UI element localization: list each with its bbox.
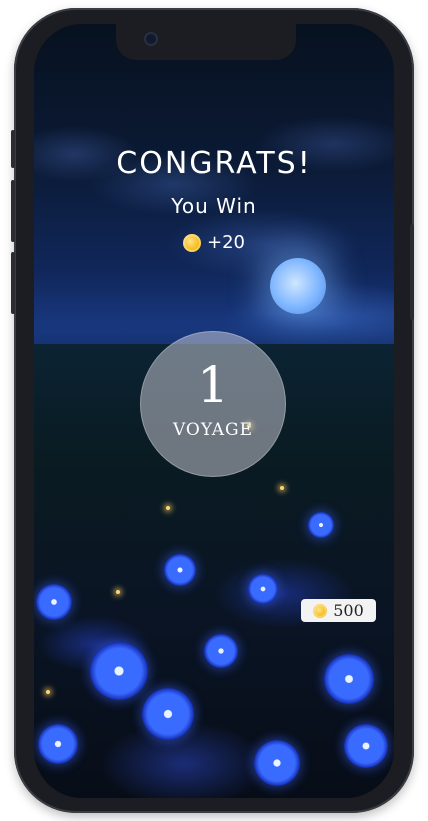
background-flower [254,740,300,786]
reward-amount: +20 [207,232,245,253]
background-flower [90,642,148,700]
firefly [46,690,50,694]
front-camera [146,34,156,44]
firefly [166,506,170,510]
background-moon [270,258,326,314]
background-flower [164,554,196,586]
coin-icon [313,603,328,618]
background-flower [142,688,194,740]
firefly [280,486,284,490]
background-flower [36,584,72,620]
coin-icon [183,233,201,252]
background-flower [204,634,238,668]
phone-volume-down [11,252,15,314]
background-flower [308,512,334,538]
firefly [116,590,120,594]
reward-row: +20 [0,232,428,253]
background-flower [324,654,374,704]
level-label[interactable]: VOYAGE [140,420,286,440]
win-subtitle: You Win [171,194,257,218]
congrats-heading: CONGRATS! [116,146,312,181]
background-flower [344,724,388,768]
phone-notch [116,24,296,60]
coin-balance-value: 500 [333,601,364,620]
background-flower [248,574,278,604]
level-number[interactable]: 1 [140,360,286,410]
coin-balance-badge[interactable]: 500 [301,599,376,622]
background-flower [38,724,78,764]
